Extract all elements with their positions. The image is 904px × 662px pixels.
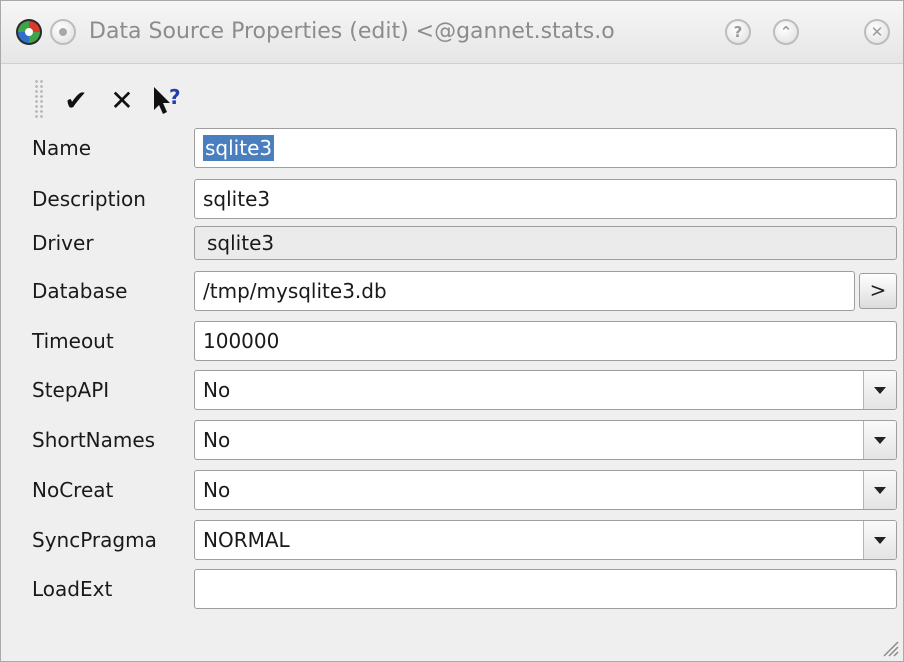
question-icon: ? [733,23,743,41]
nocreat-select[interactable]: No [194,470,897,510]
data-source-properties-window: Data Source Properties (edit) <@gannet.s… [0,0,904,662]
resize-grip-icon[interactable] [879,637,899,657]
name-value: sqlite3 [203,135,275,161]
stepapi-value: No [203,378,231,402]
nocreat-label: NoCreat [32,478,114,502]
loadext-field[interactable] [194,569,897,609]
chevron-up-icon: ⌃ [779,23,793,41]
window-title: Data Source Properties (edit) <@gannet.s… [89,19,615,44]
shade-button[interactable]: ⌃ [773,19,799,45]
whats-this-icon: ? [154,85,181,114]
close-icon: ✕ [870,23,884,41]
whats-this-button[interactable]: ? [149,83,183,117]
loadext-label: LoadExt [32,577,113,601]
name-label: Name [32,136,92,160]
app-icon[interactable] [15,18,43,46]
shortnames-value: No [203,428,231,452]
database-label: Database [32,279,128,303]
title-bar[interactable]: Data Source Properties (edit) <@gannet.s… [1,1,903,64]
dropdown-arrow-icon[interactable] [863,421,896,459]
stepapi-label: StepAPI [32,378,110,402]
syncpragma-value: NORMAL [203,528,290,552]
ok-button[interactable]: ✔ [59,83,93,117]
description-label: Description [32,187,146,211]
timeout-field[interactable]: 100000 [194,321,897,361]
shortnames-label: ShortNames [32,428,156,452]
stepapi-select[interactable]: No [194,370,897,410]
nocreat-value: No [203,478,231,502]
timeout-label: Timeout [32,329,114,353]
close-button[interactable]: ✕ [864,19,890,45]
cancel-button[interactable]: ✕ [105,83,139,117]
shortnames-select[interactable]: No [194,420,897,460]
description-field[interactable]: sqlite3 [194,179,897,219]
driver-field: sqlite3 [194,226,897,260]
svg-text:?: ? [169,85,181,109]
dot-icon [59,28,67,36]
help-button[interactable]: ? [725,19,751,45]
toolbar-grip[interactable] [34,79,44,119]
name-field[interactable]: sqlite3 [194,128,897,168]
dropdown-arrow-icon[interactable] [863,521,896,559]
window-menu-button[interactable] [50,19,76,45]
browse-database-button[interactable]: > [859,273,897,309]
database-field[interactable]: /tmp/mysqlite3.db [194,271,855,311]
driver-label: Driver [32,231,94,255]
dropdown-arrow-icon[interactable] [863,471,896,509]
checkmark-icon: ✔ [64,83,88,117]
syncpragma-label: SyncPragma [32,528,157,552]
syncpragma-select[interactable]: NORMAL [194,520,897,560]
cross-icon: ✕ [110,83,134,117]
dropdown-arrow-icon[interactable] [863,371,896,409]
